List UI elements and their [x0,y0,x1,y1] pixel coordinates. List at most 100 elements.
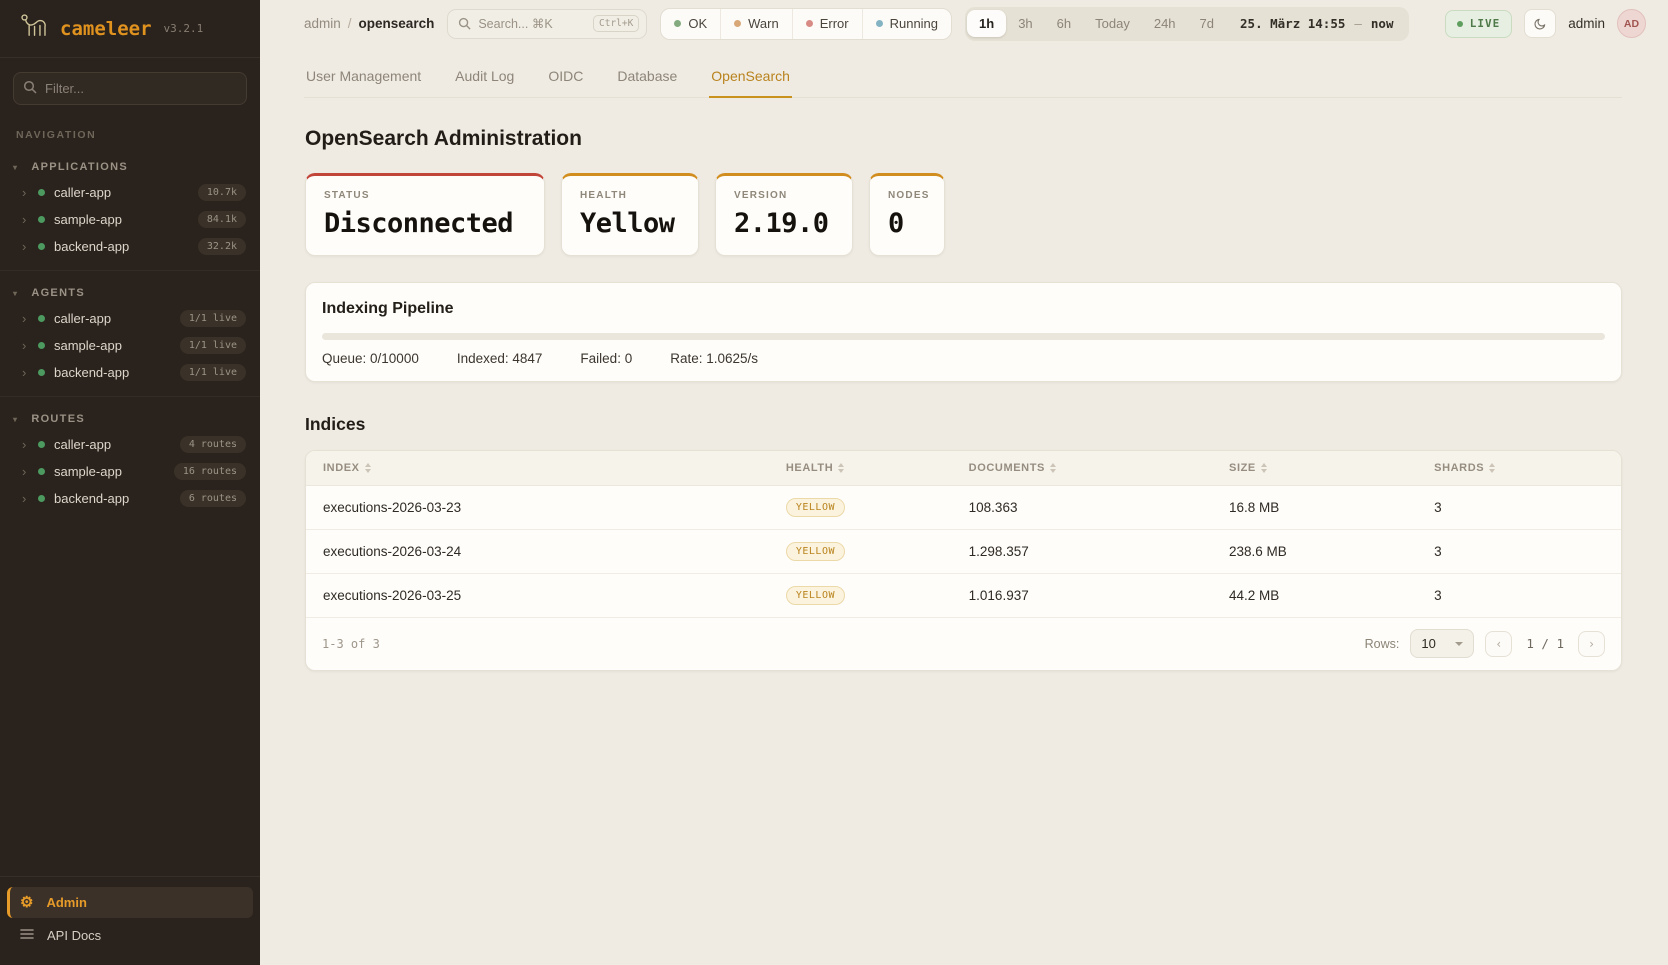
tab-user-management[interactable]: User Management [304,55,423,98]
cell-health: YELLOW [769,574,952,617]
column-header-shards[interactable]: SHARDS [1417,451,1621,485]
status-filter-error[interactable]: Error [792,9,862,39]
nav-group-header-agents[interactable]: ▾ AGENTS [0,279,260,305]
sidebar-item-agent-sample[interactable]: › sample-app 1/1 live [0,332,260,359]
list-icon [20,928,34,943]
camel-logo-icon [16,12,50,45]
pipeline-stat-queue: Queue: 0/10000 [322,351,419,366]
global-search[interactable]: Ctrl+K [447,9,647,39]
status-dot [38,468,45,475]
chevron-down-icon: ▾ [13,163,18,172]
stat-card-status: STATUS Disconnected [305,173,545,256]
indices-title: Indices [305,414,1622,435]
status-filter-ok[interactable]: OK [661,9,720,39]
sidebar-item-route-backend[interactable]: › backend-app 6 routes [0,485,260,512]
time-range-3h[interactable]: 3h [1006,10,1044,37]
cell-health: YELLOW [769,530,952,573]
time-range-today[interactable]: Today [1083,10,1142,37]
health-badge: YELLOW [786,542,845,561]
status-filter-label: Running [890,16,938,31]
search-icon [458,17,471,30]
prev-page-button[interactable]: ‹ [1485,631,1512,657]
column-header-health[interactable]: HEALTH [769,451,952,485]
table-row[interactable]: executions-2026-03-24 YELLOW 1.298.357 2… [306,530,1621,574]
table-row[interactable]: executions-2026-03-25 YELLOW 1.016.937 4… [306,574,1621,618]
stat-card-nodes: NODES 0 [869,173,945,256]
sidebar-item-api-docs[interactable]: API Docs [7,920,253,951]
time-range-7d[interactable]: 7d [1188,10,1226,37]
pipeline-stats: Queue: 0/10000 Indexed: 4847 Failed: 0 R… [322,351,1605,366]
indices-table: INDEX HEALTH DOCUMENTS SIZE SHARDS [305,450,1622,671]
table-header-row: INDEX HEALTH DOCUMENTS SIZE SHARDS [306,451,1621,486]
brand-name: cameleer [60,18,152,40]
sidebar-item-badge: 1/1 live [180,310,246,327]
sidebar-item-label: Admin [46,895,86,910]
stat-card-label: HEALTH [580,190,680,201]
sidebar-footer: ⚙ Admin API Docs [0,876,260,965]
cell-index: executions-2026-03-23 [306,488,769,527]
status-dot [38,495,45,502]
chevron-right-icon: › [22,187,29,199]
search-input[interactable] [478,17,578,31]
sidebar-item-badge: 4 routes [180,436,246,453]
time-range-6h[interactable]: 6h [1045,10,1083,37]
nav-group-header-applications[interactable]: ▾ APPLICATIONS [0,153,260,179]
nav-group-label: AGENTS [31,287,85,299]
column-header-index[interactable]: INDEX [306,451,769,485]
indexing-pipeline-card: Indexing Pipeline Queue: 0/10000 Indexed… [305,282,1622,382]
sidebar-item-route-sample[interactable]: › sample-app 16 routes [0,458,260,485]
status-filter-warn[interactable]: Warn [720,9,792,39]
tabbar: User Management Audit Log OIDC Database … [304,55,1622,98]
sort-icon [1050,463,1056,473]
health-badge: YELLOW [786,498,845,517]
live-indicator[interactable]: LIVE [1445,10,1513,38]
breadcrumb-parent[interactable]: admin [304,16,341,31]
status-dot [38,441,45,448]
sidebar-item-agent-caller[interactable]: › caller-app 1/1 live [0,305,260,332]
stat-card-health: HEALTH Yellow [561,173,699,256]
cell-shards: 3 [1417,488,1621,527]
cell-size: 16.8 MB [1212,488,1417,527]
chevron-right-icon: › [22,439,29,451]
tab-audit-log[interactable]: Audit Log [453,55,516,98]
sidebar-item-label: sample-app [54,338,122,353]
sidebar-item-agent-backend[interactable]: › backend-app 1/1 live [0,359,260,386]
column-header-size[interactable]: SIZE [1212,451,1417,485]
main-content: OpenSearch Administration STATUS Disconn… [260,98,1668,965]
sidebar-item-badge: 10.7k [198,184,246,201]
status-filter-running[interactable]: Running [862,9,951,39]
sidebar-item-route-caller[interactable]: › caller-app 4 routes [0,431,260,458]
gear-icon: ⚙ [20,896,33,910]
tab-opensearch[interactable]: OpenSearch [709,55,792,98]
nav-group-header-routes[interactable]: ▾ ROUTES [0,405,260,431]
rows-per-page-select[interactable]: 10 [1410,629,1474,658]
tab-oidc[interactable]: OIDC [546,55,585,98]
live-dot [1457,21,1463,27]
row-range-text: 1-3 of 3 [322,637,380,651]
avatar[interactable]: AD [1617,9,1646,38]
sidebar-item-badge: 1/1 live [180,364,246,381]
sidebar-item-app-sample[interactable]: › sample-app 84.1k [0,206,260,233]
sidebar-item-app-caller[interactable]: › caller-app 10.7k [0,179,260,206]
pipeline-stat-failed: Failed: 0 [580,351,632,366]
column-header-documents[interactable]: DOCUMENTS [952,451,1212,485]
app-logo[interactable]: cameleer v3.2.1 [0,0,260,58]
breadcrumb-separator: / [348,16,352,31]
cell-index: executions-2026-03-24 [306,532,769,571]
time-range-display[interactable]: 25. März 14:55 – now [1226,16,1407,31]
tab-database[interactable]: Database [615,55,679,98]
theme-toggle-button[interactable] [1524,9,1556,38]
filter-input[interactable] [13,72,247,105]
navigation-label: NAVIGATION [16,129,244,141]
sidebar-item-app-backend[interactable]: › backend-app 32.2k [0,233,260,260]
time-range-24h[interactable]: 24h [1142,10,1188,37]
table-row[interactable]: executions-2026-03-23 YELLOW 108.363 16.… [306,486,1621,530]
chevron-right-icon: › [22,313,29,325]
cell-documents: 1.016.937 [952,576,1212,615]
status-filter-group: OK Warn Error Running [660,8,952,40]
rows-per-page-value: 10 [1421,636,1435,651]
sidebar-item-admin[interactable]: ⚙ Admin [7,887,253,918]
sidebar-item-label: backend-app [54,365,129,380]
next-page-button[interactable]: › [1578,631,1605,657]
time-range-1h[interactable]: 1h [967,10,1006,37]
